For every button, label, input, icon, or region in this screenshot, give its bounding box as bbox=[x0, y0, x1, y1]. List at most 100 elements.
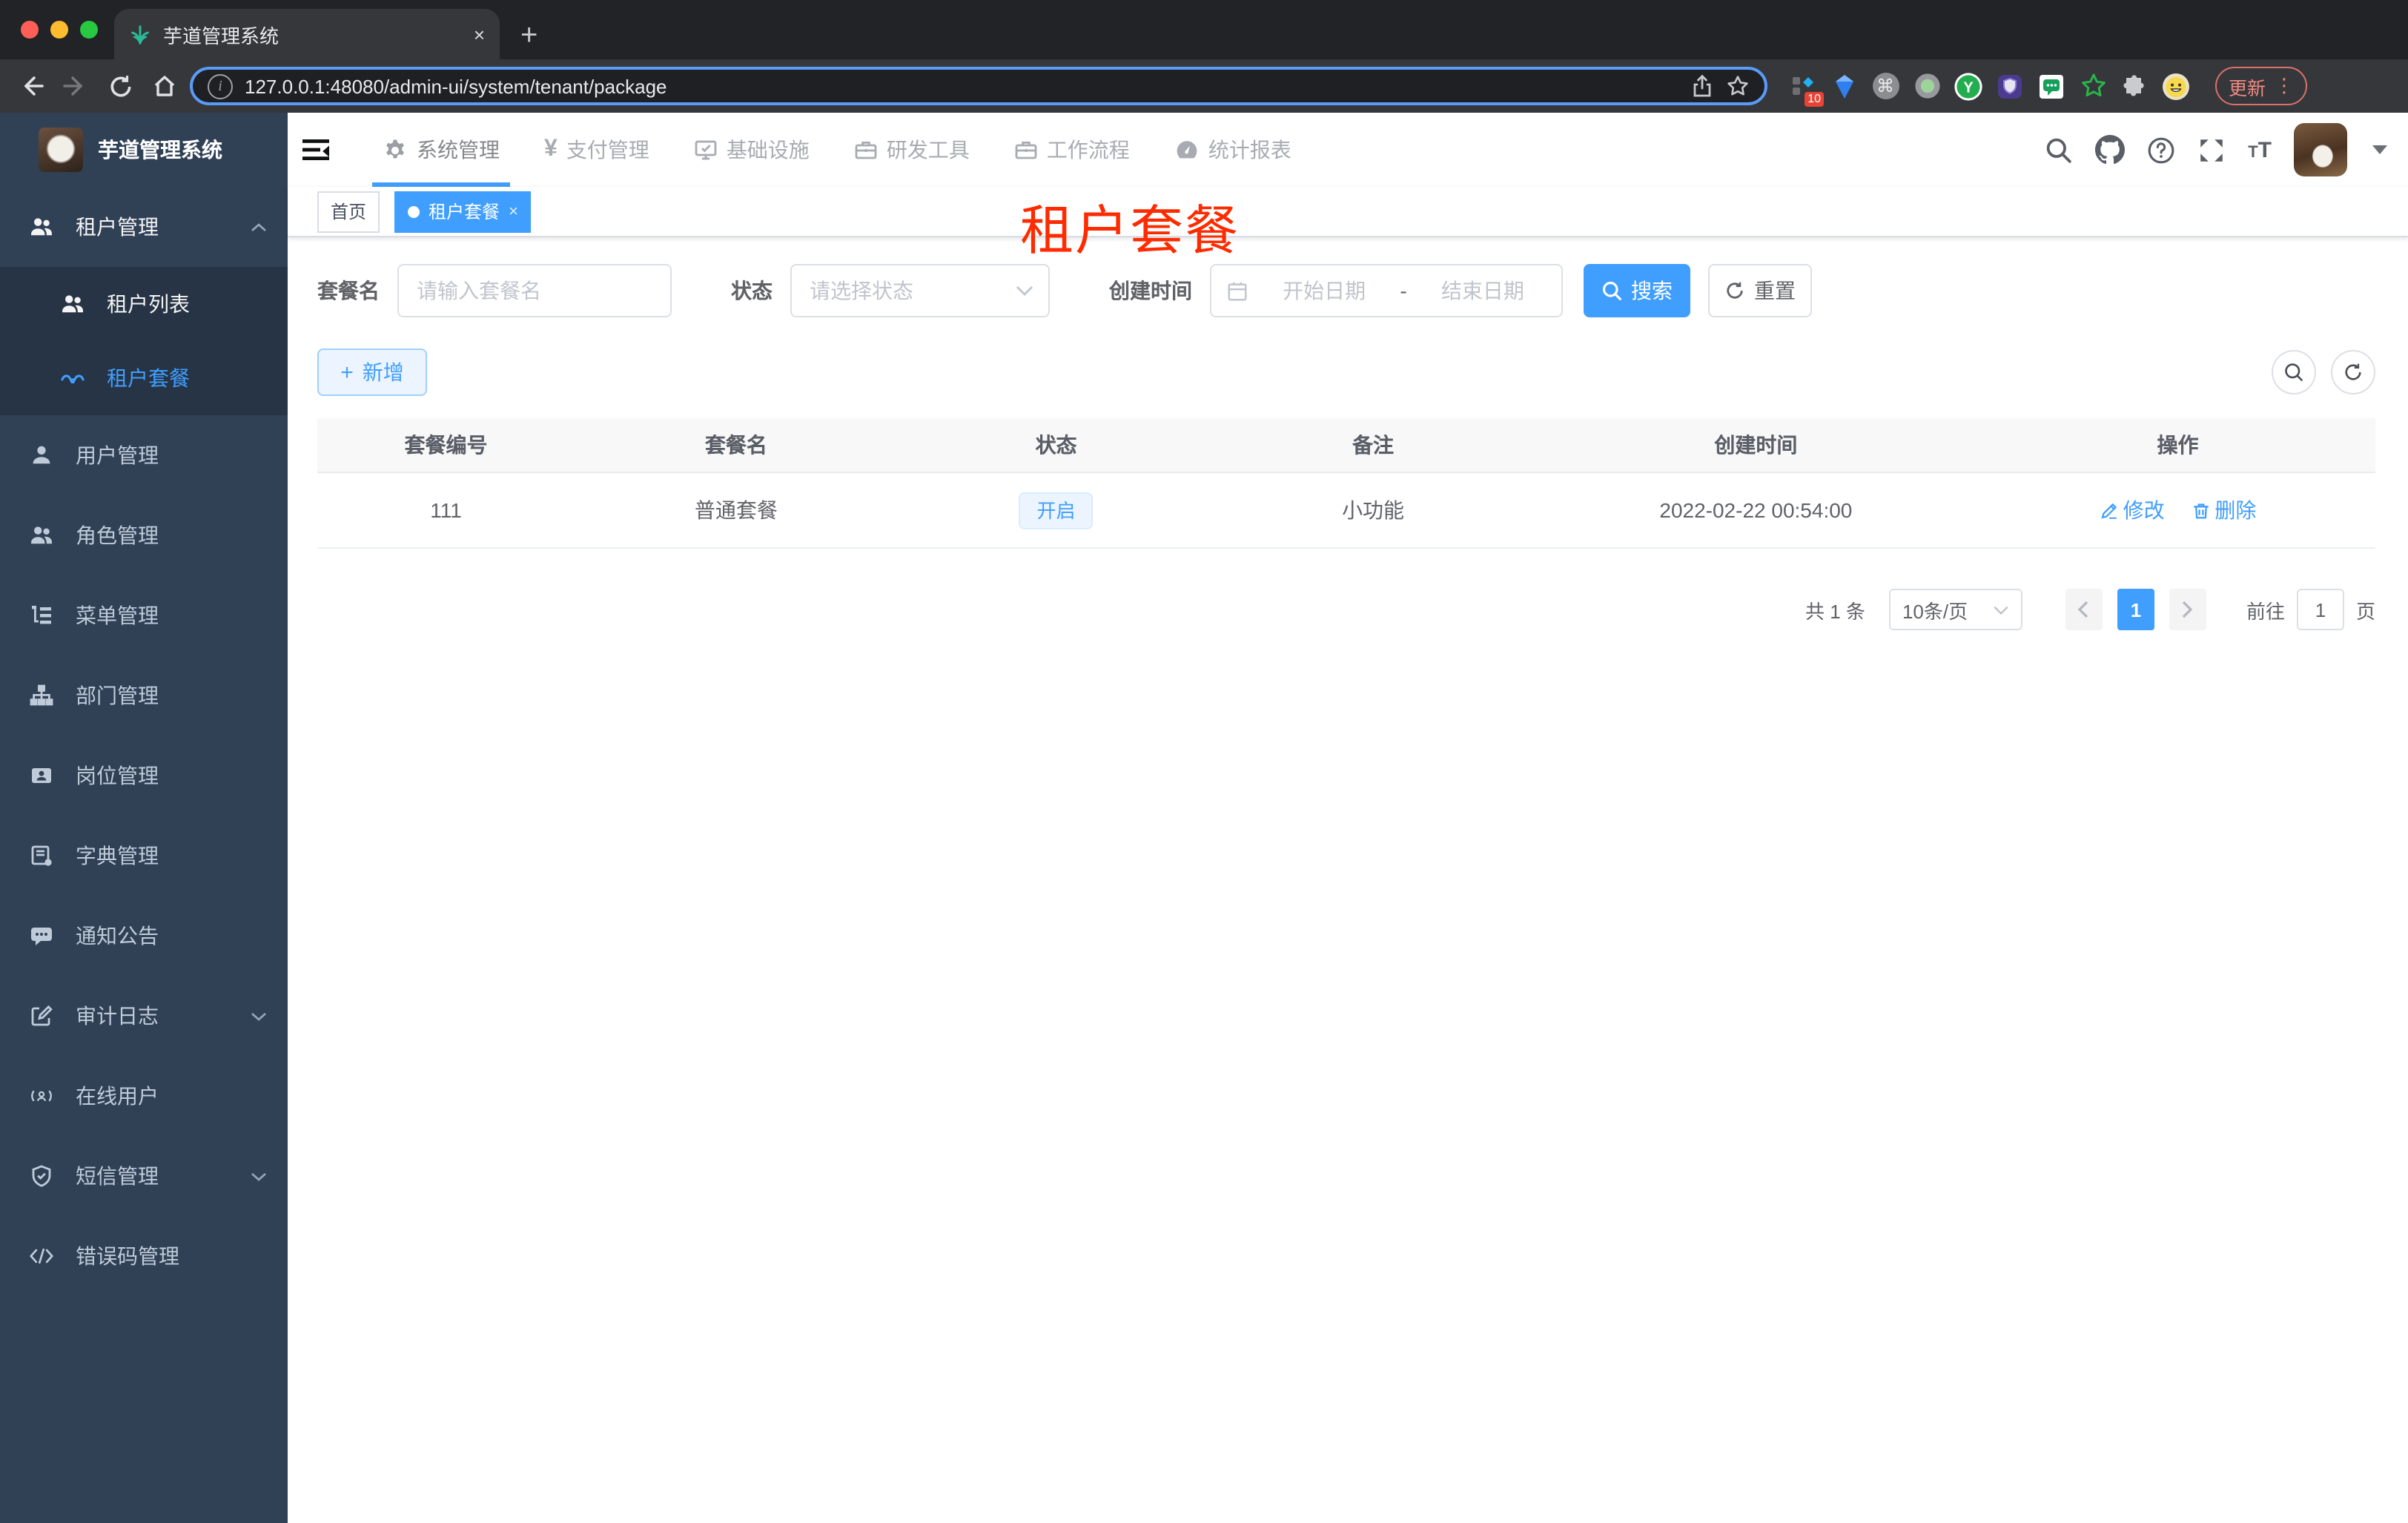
tag-tenant-package[interactable]: 租户套餐 × bbox=[394, 191, 532, 232]
avatar[interactable] bbox=[2294, 123, 2347, 176]
search-icon bbox=[1602, 281, 1621, 300]
sidebar-item-user-management[interactable]: 用户管理 bbox=[0, 415, 288, 495]
site-info-icon[interactable]: i bbox=[208, 73, 233, 99]
status-placeholder: 请选择状态 bbox=[810, 279, 913, 303]
page-size-value: 10条/页 bbox=[1902, 600, 1968, 622]
topnav-label: 系统管理 bbox=[417, 138, 500, 162]
reset-button[interactable]: 重置 bbox=[1708, 264, 1812, 317]
end-date-placeholder[interactable]: 结束日期 bbox=[1419, 276, 1547, 305]
package-name-input[interactable] bbox=[397, 264, 672, 317]
traffic-lights[interactable] bbox=[21, 21, 98, 39]
extension-star-icon[interactable] bbox=[2079, 72, 2107, 100]
delete-label: 删除 bbox=[2214, 498, 2257, 522]
back-icon[interactable] bbox=[12, 67, 50, 105]
topnav-dev-tools[interactable]: 研发工具 bbox=[844, 113, 980, 187]
extension-gem-icon[interactable] bbox=[1830, 72, 1858, 100]
extensions-puzzle-icon[interactable] bbox=[2120, 72, 2149, 100]
sidebar-logo[interactable]: 芋道管理系统 bbox=[0, 113, 288, 187]
sidebar-item-label: 字典管理 bbox=[76, 844, 159, 868]
sidebar-item-sms-management[interactable]: 短信管理 bbox=[0, 1136, 288, 1216]
badge-icon bbox=[30, 764, 53, 787]
sidebar-item-error-code[interactable]: 错误码管理 bbox=[0, 1216, 288, 1296]
help-icon[interactable] bbox=[2147, 136, 2175, 164]
tag-close-icon[interactable]: × bbox=[509, 202, 518, 220]
search-icon bbox=[2285, 363, 2303, 381]
sidebar-item-tenant-management[interactable]: 租户管理 bbox=[0, 187, 288, 267]
share-icon[interactable] bbox=[1690, 74, 1714, 98]
close-window-button[interactable] bbox=[21, 21, 39, 39]
browser-update-button[interactable]: 更新 ⋮ bbox=[2215, 67, 2308, 105]
tab-close-icon[interactable]: × bbox=[474, 23, 485, 45]
page-number-current[interactable]: 1 bbox=[2117, 589, 2154, 630]
tag-label: 首页 bbox=[331, 202, 367, 222]
page-size-select[interactable]: 10条/页 bbox=[1888, 589, 2022, 630]
topnav-statistics[interactable]: 统计报表 bbox=[1164, 113, 1302, 187]
browser-tab[interactable]: 芋道管理系统 × bbox=[114, 9, 500, 59]
chevron-down-icon bbox=[251, 1171, 267, 1181]
topnav-system-management[interactable]: 系统管理 bbox=[372, 113, 510, 187]
tag-home[interactable]: 首页 bbox=[317, 191, 380, 232]
sidebar-item-dictionary-management[interactable]: 字典管理 bbox=[0, 816, 288, 896]
message-icon bbox=[30, 924, 53, 948]
extension-shield-icon[interactable] bbox=[1996, 72, 2024, 100]
date-range-picker[interactable]: 开始日期 - 结束日期 bbox=[1210, 264, 1563, 317]
glasses-icon bbox=[61, 366, 85, 390]
extension-chat-icon[interactable] bbox=[2037, 72, 2065, 100]
topnav-payment-management[interactable]: ¥ 支付管理 bbox=[534, 113, 660, 187]
extension-y-icon[interactable]: Y bbox=[1954, 72, 1982, 100]
sidebar-item-audit-log[interactable]: 审计日志 bbox=[0, 976, 288, 1056]
minimize-window-button[interactable] bbox=[50, 21, 68, 39]
show-search-icon-button[interactable] bbox=[2272, 350, 2316, 394]
add-button[interactable]: + 新增 bbox=[317, 348, 427, 396]
extension-command-icon[interactable]: ⌘ bbox=[1871, 72, 1899, 100]
edit-link[interactable]: 修改 bbox=[2100, 495, 2165, 525]
sidebar-item-online-users[interactable]: 在线用户 bbox=[0, 1056, 288, 1136]
search-form: 套餐名 状态 请选择状态 创建时间 开始日期 - 结束日期 bbox=[317, 264, 2375, 317]
url-bar[interactable]: i 127.0.0.1:48080/admin-ui/system/tenant… bbox=[190, 67, 1767, 105]
col-package-id: 套餐编号 bbox=[317, 418, 575, 473]
sidebar-item-label: 通知公告 bbox=[76, 924, 159, 948]
logo-rabbit-image bbox=[39, 128, 83, 172]
shield-icon bbox=[30, 1164, 53, 1188]
prev-page-button[interactable] bbox=[2065, 589, 2103, 630]
sidebar-item-menu-management[interactable]: 菜单管理 bbox=[0, 575, 288, 655]
topnav-infrastructure[interactable]: 基础设施 bbox=[684, 113, 820, 187]
col-created-at: 创建时间 bbox=[1531, 418, 1980, 473]
search-button[interactable]: 搜索 bbox=[1584, 264, 1690, 317]
extension-grid-icon[interactable]: 10 bbox=[1788, 72, 1824, 106]
reload-icon[interactable] bbox=[101, 67, 139, 105]
refresh-table-icon-button[interactable] bbox=[2331, 350, 2375, 394]
text-size-icon[interactable]: TT bbox=[2248, 137, 2272, 162]
topnav-workflow[interactable]: 工作流程 bbox=[1004, 113, 1140, 187]
sidebar-item-tenant-list[interactable]: 租户列表 bbox=[0, 267, 288, 341]
start-date-placeholder[interactable]: 开始日期 bbox=[1260, 276, 1388, 305]
forward-icon[interactable] bbox=[56, 67, 95, 105]
name-label: 套餐名 bbox=[317, 279, 380, 303]
kebab-menu-icon[interactable]: ⋮ bbox=[2275, 74, 2294, 98]
status-badge[interactable]: 开启 bbox=[1019, 492, 1094, 529]
url-text[interactable]: 127.0.0.1:48080/admin-ui/system/tenant/p… bbox=[245, 75, 1678, 97]
status-select[interactable]: 请选择状态 bbox=[790, 264, 1050, 317]
extension-record-icon[interactable] bbox=[1913, 72, 1941, 100]
goto-page-input[interactable] bbox=[2296, 589, 2344, 630]
table-row: 111 普通套餐 开启 小功能 2022-02-22 00:54:00 修改 删… bbox=[317, 472, 2375, 549]
sidebar-collapse-icon[interactable] bbox=[301, 135, 331, 165]
github-icon[interactable] bbox=[2095, 135, 2126, 165]
profile-smiley-icon[interactable] bbox=[2162, 72, 2190, 100]
fullscreen-icon[interactable] bbox=[2197, 136, 2226, 164]
sidebar-item-tenant-package[interactable]: 租户套餐 bbox=[0, 341, 288, 415]
search-icon[interactable] bbox=[2045, 136, 2073, 164]
bookmark-star-icon[interactable] bbox=[1726, 74, 1750, 98]
home-icon[interactable] bbox=[145, 67, 184, 105]
table-toolbar: + 新增 bbox=[317, 348, 2375, 396]
sidebar-item-department-management[interactable]: 部门管理 bbox=[0, 655, 288, 736]
cell-remark: 小功能 bbox=[1214, 472, 1532, 549]
delete-link[interactable]: 删除 bbox=[2191, 495, 2256, 525]
next-page-button[interactable] bbox=[2169, 589, 2206, 630]
sidebar-item-role-management[interactable]: 角色管理 bbox=[0, 495, 288, 575]
new-tab-button[interactable]: + bbox=[520, 21, 538, 50]
sidebar-item-post-management[interactable]: 岗位管理 bbox=[0, 736, 288, 816]
dropdown-caret-icon[interactable] bbox=[2372, 145, 2387, 154]
sidebar-item-notice[interactable]: 通知公告 bbox=[0, 896, 288, 976]
zoom-window-button[interactable] bbox=[80, 21, 98, 39]
